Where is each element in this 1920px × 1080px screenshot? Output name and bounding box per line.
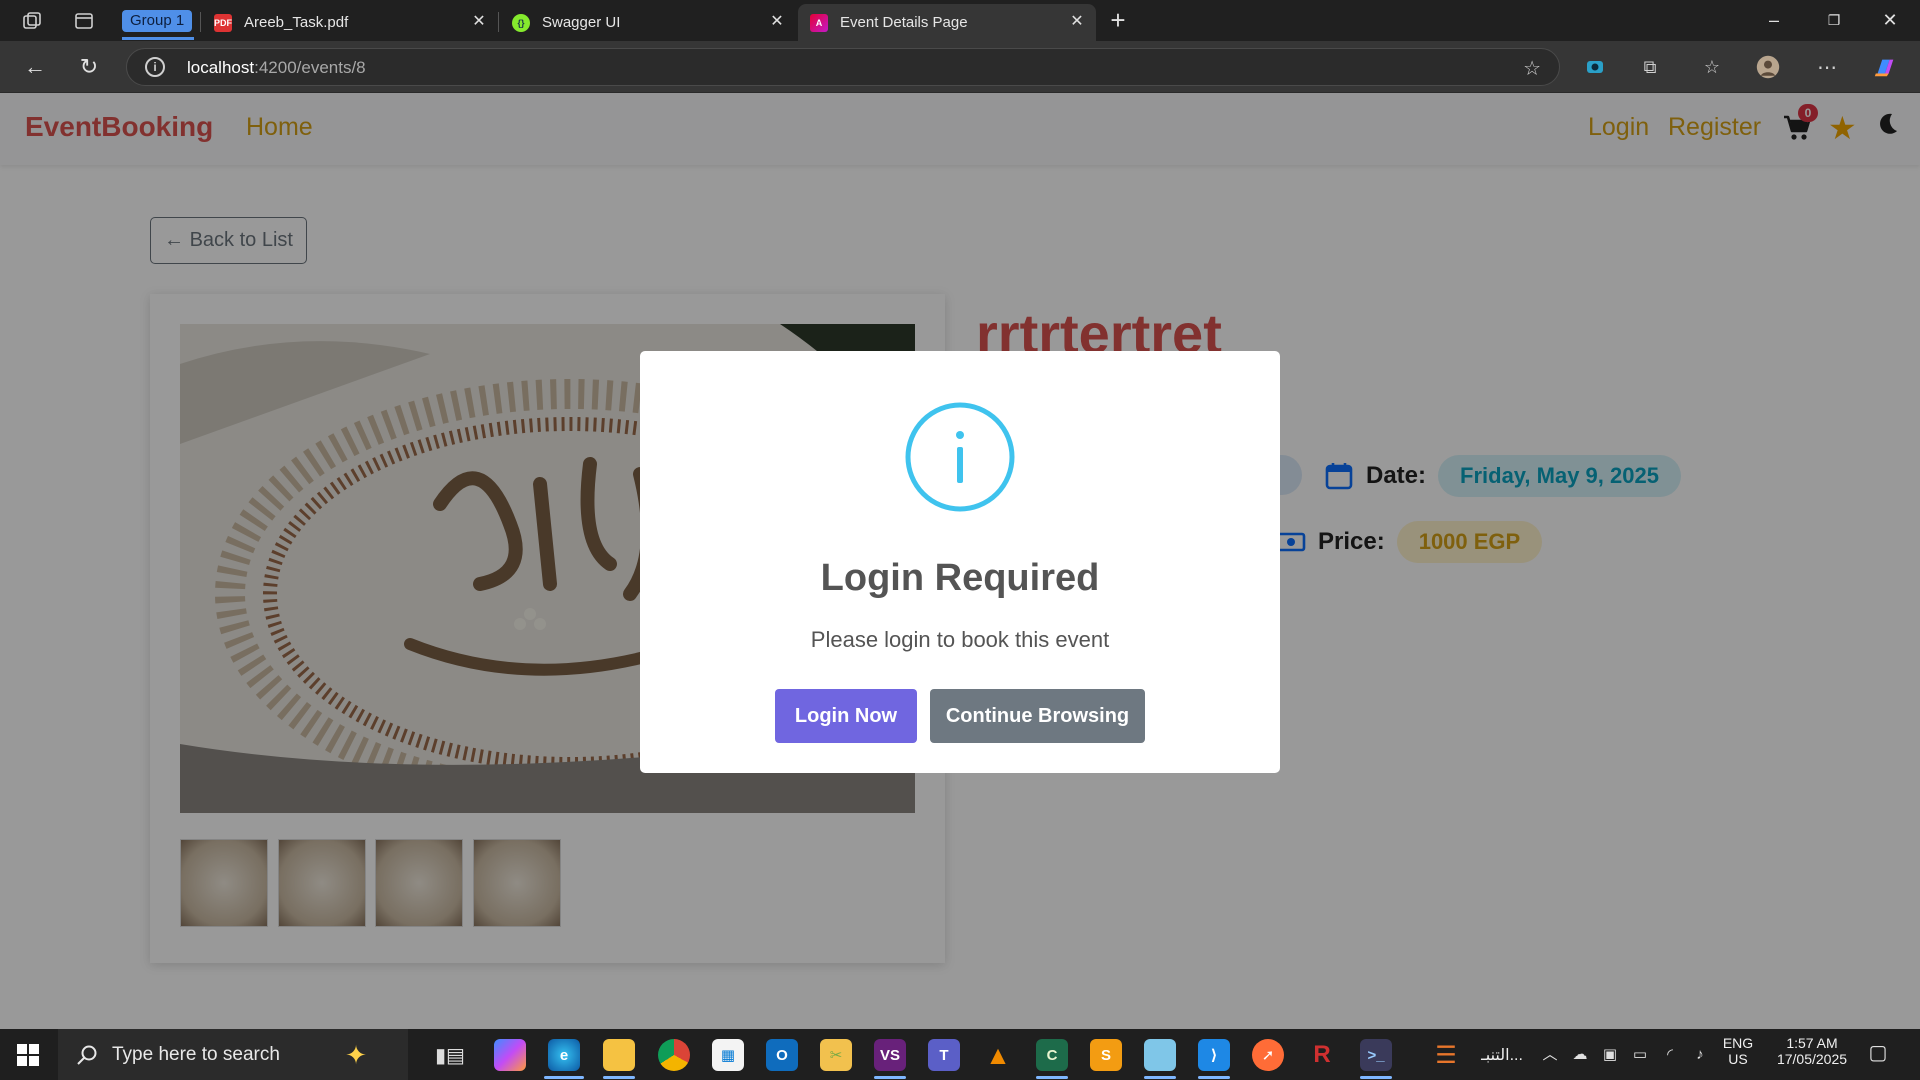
volume-icon[interactable]: ♪: [1690, 1045, 1710, 1065]
tab-title: Event Details Page: [840, 14, 968, 31]
web-page: EventBooking Home Login Register 0 ★ ← B…: [0, 93, 1920, 1029]
copilot-sparkle-icon[interactable]: ✦: [340, 1039, 372, 1071]
copilot-icon[interactable]: [1873, 55, 1897, 79]
wifi-icon[interactable]: ◜: [1660, 1045, 1680, 1065]
tab-areeb-task[interactable]: PDF Areeb_Task.pdf ✕: [202, 4, 498, 41]
battery-icon[interactable]: ▭: [1630, 1045, 1650, 1065]
tab-title: Swagger UI: [542, 14, 621, 31]
workspaces-icon[interactable]: [20, 9, 44, 33]
notification-app-icon[interactable]: ☰: [1430, 1039, 1462, 1071]
close-icon[interactable]: ✕: [768, 13, 786, 31]
new-tab-button[interactable]: +: [1104, 7, 1132, 33]
profile-avatar-icon[interactable]: [1756, 55, 1780, 79]
camera-extension-icon[interactable]: [1583, 55, 1607, 79]
active-app-indicator: [603, 1076, 635, 1079]
notes-app-icon[interactable]: [1144, 1039, 1176, 1071]
active-app-indicator: [874, 1076, 906, 1079]
browser-toolbar: ← ↻ i localhost:4200/events/8 ☆ ⧉ ☆ ⋯: [0, 41, 1920, 93]
microsoft-store-icon[interactable]: ▦: [712, 1039, 744, 1071]
tab-separator: [200, 12, 201, 32]
search-icon: [77, 1045, 97, 1065]
notifications-icon[interactable]: ▢: [1868, 1043, 1888, 1063]
back-arrow-icon[interactable]: ←: [22, 54, 48, 80]
clock[interactable]: 1:57 AM 17/05/2025: [1764, 1035, 1860, 1067]
language-indicator[interactable]: ENG US: [1718, 1035, 1758, 1067]
redis-tool-icon[interactable]: R: [1306, 1039, 1338, 1071]
url-path: :4200/events/8: [254, 58, 366, 77]
site-info-icon[interactable]: i: [145, 57, 165, 77]
minimize-button[interactable]: –: [1760, 8, 1788, 32]
more-options-icon[interactable]: ⋯: [1815, 55, 1839, 79]
tab-event-details[interactable]: A Event Details Page ✕: [798, 4, 1096, 41]
favorite-star-icon[interactable]: ☆: [1523, 56, 1541, 81]
sublime-text-icon[interactable]: S: [1090, 1039, 1122, 1071]
tab-title: Areeb_Task.pdf: [244, 14, 349, 31]
continue-browsing-button[interactable]: Continue Browsing: [930, 689, 1145, 743]
outlook-icon[interactable]: O: [766, 1039, 798, 1071]
language-code: ENG: [1722, 1035, 1754, 1051]
angular-icon: A: [810, 13, 828, 32]
swagger-icon: {}: [512, 13, 530, 32]
postman-icon[interactable]: ➚: [1252, 1039, 1284, 1071]
clock-time: 1:57 AM: [1786, 1035, 1838, 1051]
copilot-app-icon[interactable]: [494, 1039, 526, 1071]
active-app-indicator: [1144, 1076, 1176, 1079]
modal-title: Login Required: [820, 557, 1100, 599]
active-app-indicator: [1198, 1076, 1230, 1079]
close-icon[interactable]: ✕: [470, 13, 488, 31]
task-view-icon[interactable]: ▮▤: [434, 1039, 466, 1071]
url-text[interactable]: localhost:4200/events/8: [187, 58, 366, 78]
pdf-icon: PDF: [214, 13, 232, 32]
extensions-puzzle-icon[interactable]: ⧉: [1638, 55, 1662, 79]
login-required-modal: Login Required Please login to book this…: [640, 351, 1280, 773]
tab-separator: [498, 12, 499, 32]
vlc-player-icon[interactable]: ▲: [982, 1039, 1014, 1071]
windows-start-icon[interactable]: [16, 1043, 40, 1067]
close-window-button[interactable]: ✕: [1876, 8, 1904, 32]
login-now-button[interactable]: Login Now: [775, 689, 917, 743]
device-icon[interactable]: ▣: [1600, 1045, 1620, 1065]
active-app-indicator: [1360, 1076, 1392, 1079]
vertical-tabs-icon[interactable]: [72, 9, 96, 33]
tab-group-underline: [122, 37, 194, 40]
favorites-icon[interactable]: ☆: [1700, 55, 1724, 79]
edge-browser-icon[interactable]: e: [548, 1039, 580, 1071]
show-hidden-icons-icon[interactable]: ︿: [1540, 1045, 1560, 1065]
active-app-indicator: [544, 1076, 584, 1079]
visual-studio-icon[interactable]: VS: [874, 1039, 906, 1071]
clock-date: 17/05/2025: [1776, 1051, 1848, 1067]
snipping-tool-icon[interactable]: ✂: [820, 1039, 852, 1071]
browser-tab-bar: Group 1 PDF Areeb_Task.pdf ✕ {} Swagger …: [0, 0, 1920, 41]
restore-button[interactable]: ❐: [1820, 8, 1848, 32]
eclipse-ide-icon[interactable]: C: [1036, 1039, 1068, 1071]
refresh-icon[interactable]: ↻: [76, 54, 102, 80]
search-placeholder: Type here to search: [112, 1043, 280, 1065]
terminal-icon[interactable]: >_: [1360, 1039, 1392, 1071]
windows-taskbar: Type here to search ✦ ▮▤ e ▦ O ✂ VS T ▲ …: [0, 1029, 1920, 1080]
network-cloud-icon[interactable]: ☁: [1570, 1045, 1590, 1065]
modal-message: Please login to book this event: [810, 627, 1110, 652]
url-host: localhost: [187, 58, 255, 77]
file-explorer-icon[interactable]: [603, 1039, 635, 1071]
info-icon: [905, 402, 1015, 512]
active-app-indicator: [1036, 1076, 1068, 1079]
vs-code-icon[interactable]: ⟩: [1198, 1039, 1230, 1071]
tab-swagger-ui[interactable]: {} Swagger UI ✕: [500, 4, 796, 41]
address-bar[interactable]: i localhost:4200/events/8 ☆: [126, 48, 1560, 86]
chrome-browser-icon[interactable]: [658, 1039, 690, 1071]
keyboard-region: US: [1728, 1051, 1748, 1067]
tab-group-label[interactable]: Group 1: [122, 10, 193, 32]
teams-icon[interactable]: T: [928, 1039, 960, 1071]
tray-app-label[interactable]: التنبـ...: [1466, 1045, 1538, 1065]
close-icon[interactable]: ✕: [1068, 13, 1086, 31]
